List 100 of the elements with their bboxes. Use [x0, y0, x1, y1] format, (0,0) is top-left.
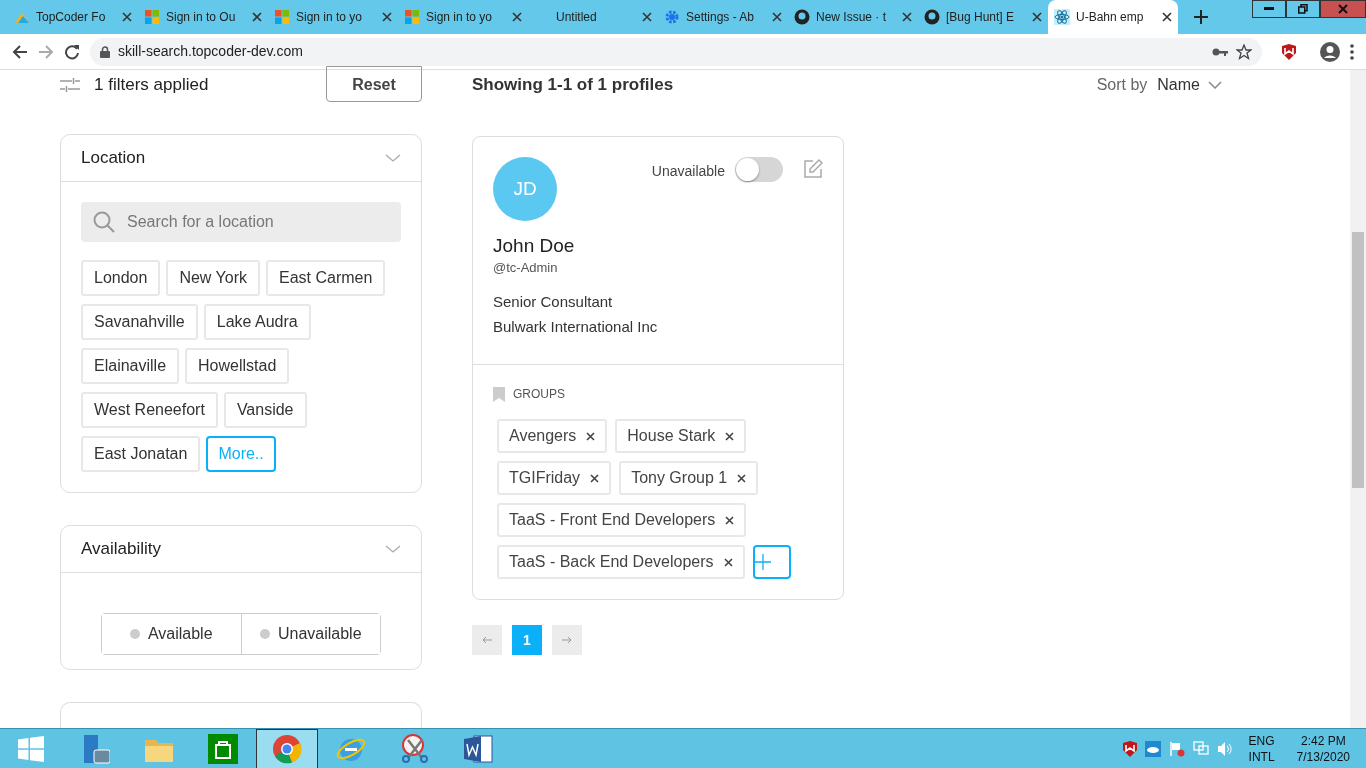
- clock[interactable]: 2:42 PM 7/13/2020: [1296, 732, 1350, 765]
- remove-icon[interactable]: [737, 473, 747, 483]
- group-name: House Stark: [627, 426, 716, 446]
- key-icon[interactable]: [1212, 46, 1228, 57]
- remove-icon[interactable]: [590, 473, 600, 483]
- browser-tab[interactable]: Sign in to yo: [268, 0, 398, 34]
- availability-label: Unavailable: [651, 162, 725, 181]
- shopping-bag-icon: [208, 733, 238, 764]
- browser-tab[interactable]: Settings - Ab: [658, 0, 788, 34]
- group-name: TaaS - Front End Developers: [509, 510, 716, 530]
- browser-tab[interactable]: TopCoder Fo: [8, 0, 138, 34]
- scissors-icon: [400, 733, 430, 764]
- close-icon[interactable]: [1032, 12, 1042, 22]
- group-name: Avengers: [509, 426, 577, 446]
- plus-icon: [754, 554, 771, 570]
- minimize-button[interactable]: [1252, 0, 1286, 18]
- job-title: Senior Consultant: [493, 292, 614, 313]
- filter-sliders-icon: [60, 77, 80, 93]
- close-icon[interactable]: [122, 12, 132, 22]
- cloud-icon[interactable]: [1144, 740, 1161, 757]
- location-tag[interactable]: West Reneefort: [81, 392, 218, 428]
- windows-logo-icon: [274, 9, 290, 25]
- document-icon: [464, 733, 494, 764]
- profile-name: John Doe: [493, 235, 576, 258]
- tab-title: TopCoder Fo: [36, 9, 107, 26]
- company-name: Bulwark International Inc: [493, 316, 659, 337]
- lock-icon: [100, 45, 110, 58]
- profile-icon[interactable]: [1320, 41, 1340, 62]
- address-bar[interactable]: skill-search.topcoder-dev.com: [90, 37, 1262, 66]
- location-tag[interactable]: East Jonatan: [81, 436, 201, 472]
- close-icon[interactable]: [1162, 12, 1172, 22]
- location-tag[interactable]: Lake Audra: [203, 304, 311, 340]
- browser-tab[interactable]: U-Bahn emp: [1048, 0, 1178, 34]
- windows-logo-icon: [144, 9, 160, 25]
- location-tag[interactable]: New York: [166, 260, 260, 296]
- location-tag[interactable]: East Carmen: [266, 260, 386, 296]
- browser-tab[interactable]: Sign in to Ou: [138, 0, 268, 34]
- location-tag[interactable]: Elainaville: [81, 348, 180, 384]
- tab-title: Sign in to yo: [296, 9, 364, 26]
- reload-icon[interactable]: [64, 43, 80, 60]
- browser-tab[interactable]: Untitled: [528, 0, 658, 34]
- location-tag[interactable]: Vanside: [223, 392, 307, 428]
- close-icon[interactable]: [902, 12, 912, 22]
- minimize-icon: [1264, 7, 1274, 11]
- groups-label: GROUPS: [513, 386, 565, 403]
- language-indicator[interactable]: ENG INTL: [1248, 732, 1275, 765]
- tab-title: New Issue · t: [816, 9, 888, 26]
- close-icon[interactable]: [512, 12, 522, 22]
- scrollbar[interactable]: [1350, 70, 1366, 728]
- browser-tab[interactable]: New Issue · t: [788, 0, 918, 34]
- windows-logo-icon: [18, 735, 44, 762]
- search-field[interactable]: Search for a location: [81, 202, 401, 242]
- flag-error-icon[interactable]: [1168, 740, 1185, 757]
- group-name: TaaS - Back End Developers: [509, 552, 714, 572]
- availability-option[interactable]: Unavailable: [240, 614, 380, 654]
- filter-title: Availability: [81, 538, 161, 561]
- close-icon[interactable]: [642, 12, 652, 22]
- availability-toggle[interactable]: [735, 157, 783, 182]
- back-icon[interactable]: [12, 43, 28, 60]
- profile-handle: @tc-Admin: [493, 258, 559, 277]
- close-button[interactable]: [1320, 0, 1366, 18]
- taskbar-app[interactable]: [256, 728, 318, 768]
- remove-icon[interactable]: [723, 557, 733, 567]
- location-tag[interactable]: Howellstad: [185, 348, 290, 384]
- sort-dropdown[interactable]: Name: [1157, 73, 1222, 97]
- atom-icon: [1054, 9, 1070, 25]
- tab-title: U-Bahn emp: [1076, 9, 1145, 26]
- more-icon[interactable]: [1350, 43, 1354, 60]
- browser-logo-icon: [272, 733, 302, 764]
- shield-icon[interactable]: [1282, 43, 1296, 60]
- shield-icon[interactable]: [1122, 740, 1137, 757]
- browser-tab[interactable]: Sign in to yo: [398, 0, 528, 34]
- close-icon[interactable]: [252, 12, 262, 22]
- tab-title: [Bug Hunt] E: [946, 9, 1016, 26]
- close-icon: [1338, 4, 1348, 14]
- tab-title: Sign in to Ou: [166, 9, 237, 26]
- location-tag[interactable]: London: [81, 260, 161, 296]
- star-icon[interactable]: [1236, 43, 1252, 60]
- arrow-right-icon: [562, 636, 572, 644]
- remove-icon[interactable]: [725, 515, 735, 525]
- location-tag[interactable]: Savanahville: [81, 304, 198, 340]
- tab-title: Sign in to yo: [426, 9, 494, 26]
- search-icon: [93, 211, 115, 233]
- url-text: skill-search.topcoder-dev.com: [118, 42, 303, 61]
- remove-icon[interactable]: [586, 431, 596, 441]
- filter-title: Location: [81, 147, 146, 170]
- chevron-down-icon: [1208, 81, 1222, 89]
- windows-logo-icon: [404, 9, 420, 25]
- group-name: TGIFriday: [509, 468, 581, 488]
- bookmark-icon: [493, 386, 505, 402]
- tab-title: Settings - Ab: [686, 9, 756, 26]
- remove-icon[interactable]: [725, 431, 735, 441]
- reset-button[interactable]: Reset: [326, 66, 422, 102]
- restore-button[interactable]: [1286, 0, 1320, 18]
- new-tab-icon[interactable]: [1194, 10, 1208, 24]
- results-summary: Showing 1-1 of 1 profiles: [472, 74, 674, 97]
- close-icon[interactable]: [382, 12, 392, 22]
- arrow-left-icon: [482, 636, 492, 644]
- close-icon[interactable]: [772, 12, 782, 22]
- browser-tab[interactable]: [Bug Hunt] E: [918, 0, 1048, 34]
